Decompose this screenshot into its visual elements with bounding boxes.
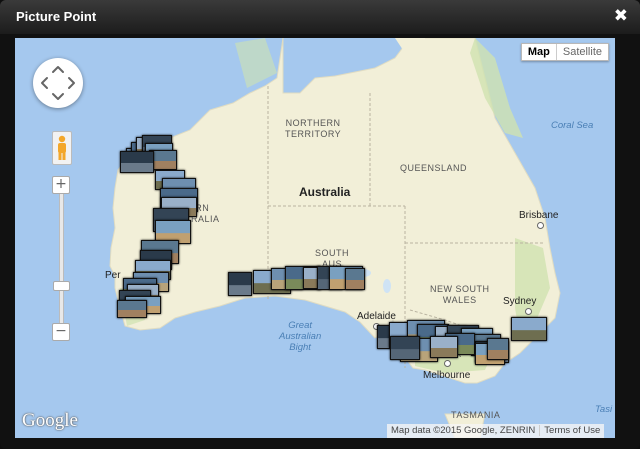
map-type-control: Map Satellite	[520, 43, 609, 61]
terms-of-use-link[interactable]: Terms of Use	[539, 425, 605, 436]
photo-thumbnail[interactable]	[487, 338, 509, 360]
photo-thumbnail[interactable]	[228, 272, 252, 296]
photo-markers	[15, 38, 615, 438]
map-canvas[interactable]: NORTHERN TERRITORY Australia QUEENSLAND R…	[15, 38, 615, 438]
attribution-text: Map data ©2015 Google, ZENRIN	[391, 425, 536, 436]
photo-thumbnail[interactable]	[390, 336, 420, 360]
map-type-map-button[interactable]: Map	[522, 44, 556, 60]
map-type-satellite-button[interactable]: Satellite	[555, 44, 608, 60]
zoom-out-icon[interactable]: −	[52, 323, 70, 341]
photo-thumbnail[interactable]	[117, 300, 147, 318]
picture-point-window: Picture Point ✖ NORTHERN TERRITORY Austr…	[0, 0, 640, 449]
close-icon[interactable]: ✖	[614, 6, 628, 26]
pan-control-icon[interactable]	[33, 58, 83, 108]
photo-thumbnail[interactable]	[430, 336, 458, 358]
photo-thumbnail[interactable]	[511, 317, 547, 341]
zoom-slider-handle[interactable]	[53, 281, 70, 291]
window-title: Picture Point	[16, 9, 97, 24]
google-logo: Google	[22, 410, 78, 431]
photo-thumbnail[interactable]	[120, 151, 154, 173]
title-bar: Picture Point ✖	[0, 0, 640, 34]
zoom-track[interactable]	[59, 189, 64, 333]
map-attribution: Map data ©2015 Google, ZENRIN Terms of Us…	[387, 424, 605, 438]
photo-thumbnail[interactable]	[345, 268, 365, 290]
zoom-in-icon[interactable]: +	[52, 176, 70, 194]
pegman-icon[interactable]	[52, 131, 72, 165]
